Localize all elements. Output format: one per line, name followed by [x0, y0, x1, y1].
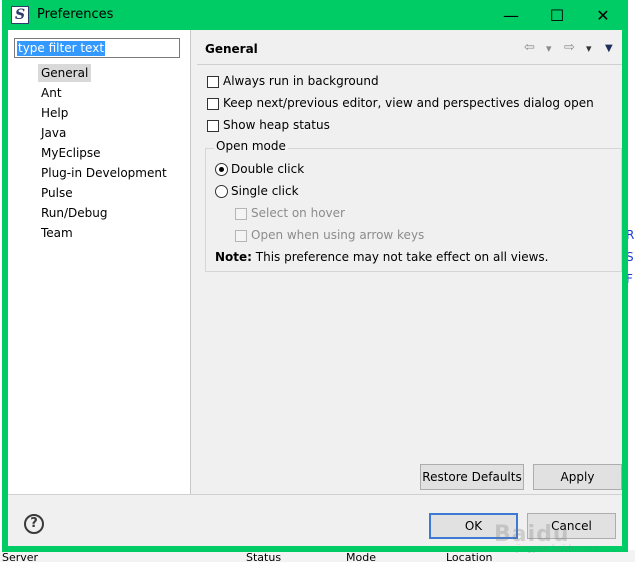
view-menu-icon[interactable]: ▼ — [605, 43, 613, 54]
tree-item-help[interactable]: Help — [38, 104, 71, 122]
apply-button[interactable]: Apply — [533, 464, 622, 490]
always-run-background-label[interactable]: Always run in background — [223, 74, 379, 88]
show-heap-status-checkbox[interactable] — [207, 120, 219, 132]
tree-item-run-debug[interactable]: Run/Debug — [38, 204, 111, 222]
filter-input-text: type filter text — [17, 41, 106, 56]
preferences-tree-pane: type filter text General Ant Help Java M… — [8, 30, 191, 494]
note-message: This preference may not take effect on a… — [251, 250, 549, 264]
header-separator — [197, 64, 622, 65]
single-click-label[interactable]: Single click — [231, 184, 299, 198]
forward-arrow-icon[interactable]: ⇨ — [564, 40, 575, 55]
single-click-radio[interactable] — [215, 185, 228, 198]
select-on-hover-checkbox[interactable] — [235, 208, 247, 220]
tree-item-java[interactable]: Java — [38, 124, 69, 142]
open-arrow-keys-checkbox[interactable] — [235, 230, 247, 242]
show-heap-status-label[interactable]: Show heap status — [223, 118, 330, 132]
tree-item-ant[interactable]: Ant — [38, 84, 65, 102]
tree-item-general[interactable]: General — [38, 64, 92, 82]
open-mode-group-title: Open mode — [214, 139, 288, 153]
always-run-background-checkbox[interactable] — [207, 76, 219, 88]
footer-separator — [8, 494, 622, 495]
close-button[interactable]: ✕ — [580, 0, 626, 30]
background-column-location: Location — [446, 551, 493, 564]
note-label: Note: — [215, 250, 252, 264]
background-column-mode: Mode — [346, 551, 376, 564]
dialog-client-area: type filter text General Ant Help Java M… — [8, 30, 622, 554]
help-icon[interactable]: ? — [24, 514, 44, 534]
filter-input[interactable]: type filter text — [14, 38, 180, 58]
maximize-button[interactable]: ☐ — [534, 0, 580, 30]
window-title: Preferences — [37, 7, 114, 22]
forward-menu-chevron-icon[interactable]: ▾ — [586, 42, 592, 55]
preferences-dialog: S Preferences — ☐ ✕ type filter text Gen… — [2, 0, 628, 554]
tree-item-team[interactable]: Team — [38, 224, 76, 242]
double-click-label[interactable]: Double click — [231, 162, 304, 176]
keep-dialog-open-checkbox[interactable] — [207, 98, 219, 110]
page-title: General — [205, 42, 258, 56]
title-bar[interactable]: S Preferences — ☐ ✕ — [2, 0, 628, 30]
open-arrow-keys-label: Open when using arrow keys — [251, 228, 425, 242]
app-icon: S — [11, 6, 29, 24]
minimize-button[interactable]: — — [488, 0, 534, 30]
back-menu-chevron-icon[interactable]: ▾ — [546, 42, 552, 55]
tree-item-pulse[interactable]: Pulse — [38, 184, 76, 202]
select-on-hover-label: Select on hover — [251, 206, 345, 220]
back-arrow-icon[interactable]: ⇦ — [524, 40, 535, 55]
tree-item-plugin-development[interactable]: Plug-in Development — [38, 164, 170, 182]
tree-item-myeclipse[interactable]: MyEclipse — [38, 144, 104, 162]
note-text: Note: This preference may not take effec… — [215, 250, 549, 264]
background-column-server: Server — [2, 551, 39, 564]
background-column-status: Status — [246, 551, 282, 564]
restore-defaults-button[interactable]: Restore Defaults — [420, 464, 524, 490]
keep-dialog-open-label[interactable]: Keep next/previous editor, view and pers… — [223, 96, 594, 110]
watermark-text: jingyan.baidu.com — [516, 544, 600, 554]
double-click-radio[interactable] — [215, 163, 228, 176]
